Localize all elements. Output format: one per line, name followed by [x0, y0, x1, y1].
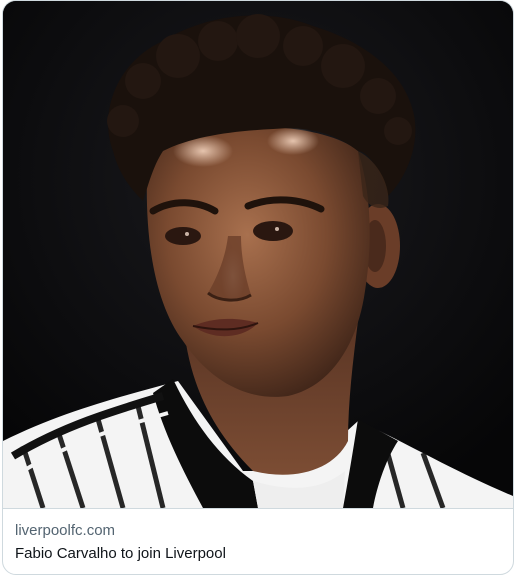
link-preview-card[interactable]: liverpoolfc.com Fabio Carvalho to join L…: [2, 0, 514, 575]
link-preview-meta[interactable]: liverpoolfc.com Fabio Carvalho to join L…: [3, 508, 513, 574]
link-title[interactable]: Fabio Carvalho to join Liverpool: [15, 544, 501, 564]
footballer-photo: [3, 1, 513, 508]
link-preview-image[interactable]: [3, 1, 513, 508]
link-domain[interactable]: liverpoolfc.com: [15, 521, 501, 541]
